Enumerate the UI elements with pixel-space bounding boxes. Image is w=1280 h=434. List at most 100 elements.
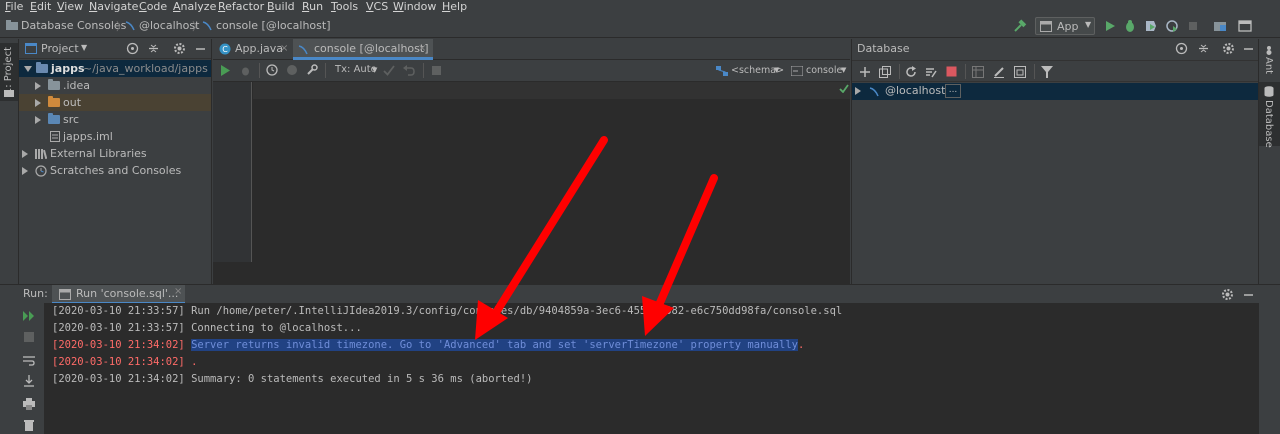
profile-icon[interactable]: [1165, 19, 1179, 33]
gear-icon[interactable]: [173, 42, 186, 55]
chevron-right-icon[interactable]: [35, 99, 41, 107]
tree-item-iml[interactable]: japps.iml: [19, 128, 211, 145]
locate-target-icon[interactable]: [126, 42, 139, 55]
menu-code[interactable]: Code: [139, 0, 167, 13]
soft-wrap-icon[interactable]: [23, 355, 35, 367]
chevron-down-icon[interactable]: ▼: [81, 43, 87, 52]
db-tree-item-localhost[interactable]: @localhost ...: [852, 83, 1258, 100]
refresh-icon[interactable]: [905, 66, 917, 78]
stop-icon[interactable]: [24, 332, 34, 342]
tree-item-src[interactable]: src: [19, 111, 211, 128]
minimize-icon[interactable]: [1242, 42, 1255, 55]
tab-label: App.java: [235, 42, 284, 55]
toolbar-divider: [259, 63, 260, 78]
collapse-all-icon[interactable]: [1197, 42, 1210, 55]
close-icon[interactable]: ×: [174, 286, 182, 297]
disconnect-stop-icon[interactable]: [946, 66, 957, 77]
chevron-down-icon[interactable]: ▼: [372, 66, 377, 74]
svg-text:C: C: [222, 45, 228, 54]
menu-edit[interactable]: Edit: [30, 0, 51, 13]
add-icon[interactable]: [859, 66, 871, 78]
iml-file-icon: [50, 131, 60, 142]
database-tool-button[interactable]: Database: [1259, 82, 1280, 148]
chevron-right-icon[interactable]: [22, 167, 28, 175]
ant-icon: [1266, 46, 1272, 55]
ant-tool-label[interactable]: Ant: [1263, 57, 1274, 74]
chevron-right-icon[interactable]: [855, 87, 861, 95]
minimize-icon[interactable]: [194, 42, 207, 55]
chevron-down-icon[interactable]: ▼: [841, 66, 846, 74]
transaction-mode-select[interactable]: Tx: Auto: [335, 64, 377, 75]
console-selector[interactable]: console: [806, 65, 842, 76]
close-icon[interactable]: ×: [280, 39, 288, 59]
debug-bug-icon[interactable]: [240, 65, 251, 76]
open-console-icon[interactable]: [1014, 66, 1026, 78]
menu-build[interactable]: Build: [267, 0, 295, 13]
tree-item-scratches[interactable]: Scratches and Consoles: [19, 162, 211, 179]
menu-view[interactable]: View: [57, 0, 83, 13]
build-hammer-icon[interactable]: [1013, 19, 1027, 33]
scroll-to-end-icon[interactable]: [23, 375, 35, 387]
database-toolbar: [852, 60, 1258, 82]
tree-item-label: japps.iml: [63, 130, 113, 143]
close-icon[interactable]: ×: [418, 39, 426, 59]
copy-icon[interactable]: [879, 66, 891, 78]
menu-help[interactable]: Help: [442, 0, 467, 13]
chevron-right-icon[interactable]: [35, 82, 41, 90]
debug-bug-icon[interactable]: [1123, 19, 1137, 33]
history-clock-icon[interactable]: [266, 64, 278, 76]
chevron-right-icon[interactable]: [22, 150, 28, 158]
execute-icon[interactable]: [220, 65, 231, 76]
menu-file[interactable]: File: [5, 0, 23, 13]
menu-vcs[interactable]: VCS: [366, 0, 388, 13]
menu-refactor[interactable]: Refactor: [218, 0, 264, 13]
presentation-icon[interactable]: [1238, 19, 1252, 33]
menu-run[interactable]: Run: [302, 0, 323, 13]
collapse-all-icon[interactable]: [147, 42, 160, 55]
tree-item-external-libraries[interactable]: External Libraries: [19, 145, 211, 162]
minimize-icon[interactable]: [1242, 288, 1255, 301]
run-console-output[interactable]: [2020-03-10 21:33:57] Run /home/peter/.I…: [45, 303, 1258, 434]
stop-circle-icon[interactable]: [286, 64, 298, 76]
breadcrumb-console[interactable]: console [@localhost]: [216, 19, 331, 32]
chevron-right-icon[interactable]: [35, 116, 41, 124]
table-icon[interactable]: [972, 66, 984, 78]
sql-editor[interactable]: [213, 82, 850, 284]
rerun-icon[interactable]: [23, 311, 35, 321]
edit-pencil-icon[interactable]: [993, 66, 1005, 78]
schema-icon: [716, 66, 728, 76]
trash-icon[interactable]: [24, 419, 34, 431]
commit-check-icon[interactable]: [383, 65, 395, 76]
tree-item-out[interactable]: out: [19, 94, 211, 111]
coverage-icon[interactable]: [1144, 19, 1158, 33]
tab-console[interactable]: console [@localhost] ×: [293, 39, 433, 60]
tree-item-idea[interactable]: .idea: [19, 77, 211, 94]
wrench-icon[interactable]: [306, 64, 318, 76]
breadcrumb-database-consoles[interactable]: Database Consoles: [21, 19, 126, 32]
run-tab[interactable]: Run 'console.sql'... ×: [52, 285, 185, 304]
tab-app-java[interactable]: C App.java ×: [213, 39, 292, 60]
chevron-down-icon[interactable]: ▼: [774, 66, 779, 74]
filter-icon[interactable]: [1041, 66, 1053, 78]
project-panel-title[interactable]: Project: [41, 42, 79, 55]
run-icon[interactable]: [1103, 19, 1117, 33]
locate-target-icon[interactable]: [1175, 42, 1188, 55]
rollback-icon[interactable]: [403, 65, 415, 76]
menu-tools[interactable]: Tools: [331, 0, 358, 13]
stop-icon[interactable]: [1186, 19, 1200, 33]
run-config-selector[interactable]: App ▼: [1035, 17, 1095, 35]
gear-icon[interactable]: [1221, 288, 1234, 301]
sync-schema-icon[interactable]: [925, 66, 937, 78]
tree-item-japps[interactable]: japps ~/java_workload/japps: [19, 60, 211, 77]
project-structure-icon[interactable]: [1213, 19, 1227, 33]
menu-navigate[interactable]: Navigate: [89, 0, 138, 13]
gear-icon[interactable]: [1222, 42, 1235, 55]
menu-window[interactable]: Window: [393, 0, 436, 13]
data-source-details-badge[interactable]: ...: [945, 84, 961, 98]
chevron-down-icon[interactable]: [24, 66, 32, 76]
print-icon[interactable]: [23, 398, 35, 410]
cancel-running-icon[interactable]: [431, 65, 442, 76]
navigation-bar: Database Consoles 〉 @localhost 〉 console…: [0, 14, 1280, 38]
breadcrumb-localhost[interactable]: @localhost: [139, 19, 199, 32]
menu-analyze[interactable]: Analyze: [173, 0, 216, 13]
